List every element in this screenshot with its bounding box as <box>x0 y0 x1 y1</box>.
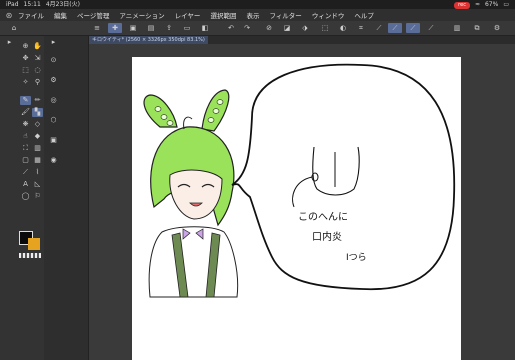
menu-file[interactable]: ファイル <box>18 10 44 20</box>
speech-balloon-tool-icon[interactable]: ◯ <box>20 192 31 201</box>
battery-icon: ▭ <box>503 1 509 8</box>
redo-icon[interactable]: ↷ <box>240 23 254 33</box>
menu-animation[interactable]: アニメーション <box>119 10 164 20</box>
body <box>148 226 239 298</box>
correct-line-tool-icon[interactable]: ⌇ <box>32 168 43 177</box>
flag-tool-icon[interactable]: ⚐ <box>32 192 43 201</box>
sub-panel-collapse-icon[interactable]: ▸ <box>48 38 59 47</box>
command-bar: ⌂ ≡ ✚ ▣ ▤ ⇪ ▭ ◧ ↶ ↷ ⊘ ◪ ⬗ ⬚ ◐ ⌗ ⟋ ⟋ ⟋ ⟋ … <box>0 21 515 36</box>
battery-label: 67% <box>484 1 499 8</box>
bucket-tool-icon[interactable]: ⛶ <box>20 144 31 153</box>
ruler-icon[interactable]: ⟋ <box>372 23 386 33</box>
document-tabs: キロウイティ* (2560 × 3326px 350dpi 83.1%) <box>89 36 515 44</box>
frame-tool-icon[interactable]: ▦ <box>32 156 43 165</box>
menu-edit[interactable]: 編集 <box>54 10 67 20</box>
brush-tool-icon[interactable]: 🖌 <box>20 108 31 117</box>
rec-badge: rec <box>454 1 470 9</box>
sub-tool-icon-1[interactable]: ⊙ <box>48 56 59 65</box>
balloon-text-3: Iつら <box>346 252 367 263</box>
fill-icon[interactable]: ◪ <box>280 23 294 33</box>
home-icon[interactable]: ⌂ <box>7 23 21 33</box>
menu-bar: ⊛ ファイル 編集 ページ管理 アニメーション レイヤー 選択範囲 表示 フィル… <box>0 9 515 21</box>
speech-balloon <box>231 63 456 291</box>
open-icon[interactable]: ▣ <box>126 23 140 33</box>
invert-icon[interactable]: ◐ <box>336 23 350 33</box>
document-tab[interactable]: キロウイティ* (2560 × 3326px 350dpi 83.1%) <box>89 36 208 44</box>
menu-icon[interactable]: ≡ <box>90 23 104 33</box>
ruler-tool-icon[interactable]: ⟋ <box>20 168 31 177</box>
menu-filter[interactable]: フィルター <box>269 10 301 20</box>
menu-selection[interactable]: 選択範囲 <box>210 10 236 20</box>
menu-help[interactable]: ヘルプ <box>354 10 374 20</box>
balloon-tool-icon[interactable]: ◺ <box>32 180 43 189</box>
snap-special-ruler-icon[interactable]: ⟋ <box>406 23 420 33</box>
lasso-tool-icon[interactable]: ◌ <box>32 66 43 75</box>
transform-icon[interactable]: ⬗ <box>298 23 312 33</box>
sub-tool-icon-5[interactable]: ▣ <box>48 136 59 145</box>
gradient-tool-icon[interactable]: ▥ <box>32 144 43 153</box>
ios-status-bar: iPad 15:11 4月23日(火) rec ≈ 67% ▭ <box>0 0 515 9</box>
eyedropper-tool-icon[interactable]: ⚲ <box>32 78 43 87</box>
blend-tool-icon[interactable]: ☝ <box>20 132 31 141</box>
status-time: 15:11 <box>23 1 41 8</box>
eraser-tool-icon[interactable]: ◇ <box>32 120 43 129</box>
folder-icon[interactable]: ▭ <box>180 23 194 33</box>
ear-right <box>201 89 230 132</box>
mirror-icon[interactable]: ⧉ <box>470 23 484 33</box>
menu-view[interactable]: 表示 <box>246 10 259 20</box>
layer-move-tool-icon[interactable]: ⇲ <box>32 54 43 63</box>
undo-icon[interactable]: ↶ <box>224 23 238 33</box>
menu-page[interactable]: ページ管理 <box>77 10 109 20</box>
figure-tool-icon[interactable]: ▢ <box>20 156 31 165</box>
auto-select-tool-icon[interactable]: ✧ <box>20 78 31 87</box>
menu-window[interactable]: ウィンドウ <box>312 10 345 20</box>
app-logo-icon[interactable]: ⊛ <box>0 11 18 20</box>
panel-collapse-icon[interactable]: ▸ <box>4 38 15 47</box>
transparent-color-swatch[interactable] <box>19 253 41 258</box>
zoom-tool-icon[interactable]: ⊕ <box>20 42 31 51</box>
sub-tool-icon-3[interactable]: ◎ <box>48 96 59 105</box>
fill-tool-icon[interactable]: ◆ <box>32 132 43 141</box>
crop-icon[interactable]: ⌗ <box>354 23 368 33</box>
deselect-icon[interactable]: ⬚ <box>318 23 332 33</box>
layer-icon[interactable]: ◧ <box>198 23 212 33</box>
hand-tool-icon[interactable]: ✋ <box>32 42 43 51</box>
balloon-text-1: このへんに <box>298 211 348 223</box>
document-tab-label: キロウイティ* (2560 × 3326px 350dpi 83.1%) <box>92 37 205 43</box>
export-icon[interactable]: ⇪ <box>162 23 176 33</box>
status-date: 4月23日(火) <box>45 1 80 8</box>
decoration-tool-icon[interactable]: ❋ <box>20 120 31 129</box>
airbrush-tool-icon[interactable]: ▚ <box>32 108 43 117</box>
palette-toggle-icon[interactable]: ▥ <box>450 23 464 33</box>
text-tool-icon[interactable]: A <box>20 180 31 189</box>
sub-tool-icon-4[interactable]: ⬡ <box>48 116 59 125</box>
clear-icon[interactable]: ⊘ <box>262 23 276 33</box>
ear-left <box>143 94 178 128</box>
select-tool-icon[interactable]: ⬚ <box>20 66 31 75</box>
sub-tool-panel: ▸ ⊙ ⚙ ◎ ⬡ ▣ ◉ <box>44 36 89 360</box>
save-icon[interactable]: ▤ <box>144 23 158 33</box>
canvas-paper[interactable]: このへんに 口内炎 Iつら <box>132 57 461 360</box>
pencil-tool-icon[interactable]: ✏ <box>32 96 43 105</box>
move-tool-icon[interactable]: ✥ <box>20 54 31 63</box>
balloon-text-2: 口内炎 <box>312 230 342 243</box>
sub-tool-icon-2[interactable]: ⚙ <box>48 76 59 85</box>
drawing: このへんに 口内炎 Iつら <box>143 63 456 298</box>
pen-tool-icon[interactable]: ✎ <box>20 96 31 105</box>
new-icon[interactable]: ✚ <box>108 23 122 33</box>
snap-grid-icon[interactable]: ⟋ <box>424 23 438 33</box>
sub-tool-icon-6[interactable]: ◉ <box>48 156 59 165</box>
snap-ruler-icon[interactable]: ⟋ <box>388 23 402 33</box>
tool-panel: ▸ ⊕ ✋ ✥ ⇲ ⬚ ◌ ✧ ⚲ ✎ ✏ 🖌 ▚ ❋ ◇ ☝ ◆ ⛶ ▥ ▢ … <box>0 36 45 360</box>
menu-layer[interactable]: レイヤー <box>175 10 201 20</box>
settings-icon[interactable]: ⚙ <box>490 23 504 33</box>
wifi-icon: ≈ <box>474 1 480 8</box>
sub-color-swatch[interactable] <box>28 238 40 250</box>
status-device: iPad <box>6 1 19 8</box>
